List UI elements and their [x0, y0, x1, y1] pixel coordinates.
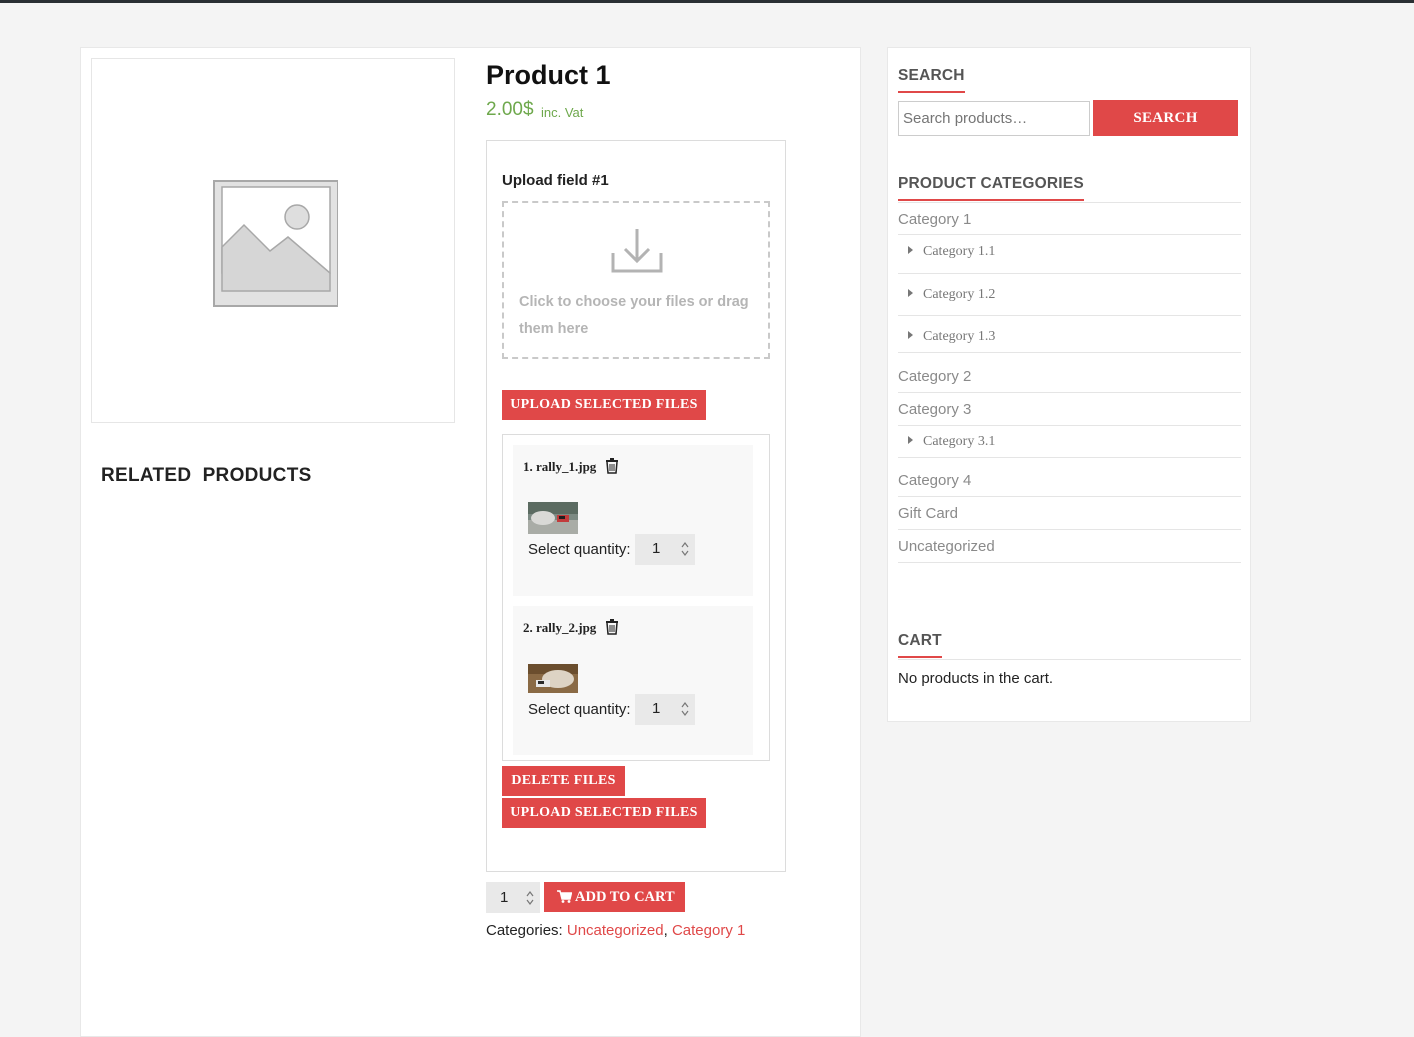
category-label: Category 1.2: [923, 287, 996, 302]
product-price: 2.00$: [486, 99, 534, 120]
search-input[interactable]: [898, 101, 1090, 136]
product-categories-title: PRODUCT CATEGORIES: [898, 175, 1084, 201]
spinner-arrows-icon[interactable]: [526, 890, 534, 906]
file-item: 2. rally_2.jpg Select quantity: 1: [513, 606, 753, 755]
product-image[interactable]: [91, 58, 455, 423]
sidebar-category-1-1[interactable]: Category 1.1: [908, 244, 995, 260]
download-icon: [611, 229, 663, 273]
divider: [898, 202, 1241, 203]
category-label: Category 1.3: [923, 329, 996, 344]
sidebar-category-3[interactable]: Category 3: [898, 401, 971, 418]
sidebar-category-2[interactable]: Category 2: [898, 368, 971, 385]
divider: [898, 315, 1241, 316]
select-quantity-label: Select quantity:: [528, 541, 631, 558]
category-link-category-1[interactable]: Category 1: [672, 922, 745, 939]
related-products-heading: RELATED PRODUCTS: [101, 465, 312, 486]
caret-right-icon: [908, 436, 913, 444]
price-note: inc. Vat: [541, 105, 584, 120]
search-button[interactable]: SEARCH: [1093, 100, 1238, 136]
sidebar-category-1[interactable]: Category 1: [898, 211, 971, 228]
file-quantity-input[interactable]: 1: [635, 534, 695, 565]
cart-quantity-value: 1: [500, 889, 509, 906]
dropzone-text: Click to choose your files or drag them …: [519, 294, 749, 337]
delete-files-button[interactable]: DELETE FILES: [502, 766, 625, 796]
category-label: Category 3.1: [923, 434, 996, 449]
cart-widget-title: CART: [898, 632, 942, 658]
search-widget-title: SEARCH: [898, 67, 965, 93]
category-separator: ,: [663, 922, 672, 939]
divider: [898, 562, 1241, 563]
file-dropzone[interactable]: Click to choose your files or drag them …: [502, 201, 770, 359]
sidebar-category-1-3[interactable]: Category 1.3: [908, 329, 995, 345]
quantity-value: 1: [652, 700, 661, 717]
sidebar-category-1-2[interactable]: Category 1.2: [908, 287, 995, 303]
upload-selected-files-button-bottom[interactable]: UPLOAD SELECTED FILES: [502, 798, 706, 828]
trash-icon[interactable]: [605, 458, 619, 474]
divider: [898, 659, 1241, 660]
cart-quantity-input[interactable]: 1: [486, 882, 540, 913]
divider: [898, 529, 1241, 530]
file-thumbnail: [528, 502, 578, 534]
divider: [898, 457, 1241, 458]
spinner-arrows-icon[interactable]: [681, 701, 689, 717]
file-name: 1. rally_1.jpg: [523, 459, 597, 474]
spinner-arrows-icon[interactable]: [681, 541, 689, 557]
divider: [898, 425, 1241, 426]
quantity-value: 1: [652, 540, 661, 557]
add-to-cart-button[interactable]: ADD TO CART: [544, 882, 685, 912]
top-bar: [0, 0, 1414, 3]
divider: [898, 352, 1241, 353]
caret-right-icon: [908, 246, 913, 254]
cart-empty-message: No products in the cart.: [898, 670, 1054, 687]
trash-icon[interactable]: [605, 619, 619, 635]
product-categories: Categories: Uncategorized, Category 1: [486, 922, 745, 939]
select-quantity-label: Select quantity:: [528, 701, 631, 718]
divider: [898, 392, 1241, 393]
product-title: Product 1: [486, 60, 611, 90]
categories-label: Categories:: [486, 922, 567, 939]
sidebar-category-3-1[interactable]: Category 3.1: [908, 434, 995, 450]
category-link-uncategorized[interactable]: Uncategorized: [567, 922, 664, 939]
add-to-cart-label: ADD TO CART: [575, 889, 675, 905]
divider: [898, 496, 1241, 497]
file-name: 2. rally_2.jpg: [523, 620, 597, 635]
file-quantity-input[interactable]: 1: [635, 694, 695, 725]
image-placeholder-icon: [213, 180, 338, 307]
sidebar-category-4[interactable]: Category 4: [898, 472, 971, 489]
sidebar-category-uncategorized[interactable]: Uncategorized: [898, 538, 995, 555]
upload-selected-files-button[interactable]: UPLOAD SELECTED FILES: [502, 390, 706, 420]
file-thumbnail: [528, 664, 578, 693]
file-item: 1. rally_1.jpg Select quantity: 1: [513, 445, 753, 596]
upload-field-label: Upload field #1: [502, 172, 609, 189]
sidebar-category-gift-card[interactable]: Gift Card: [898, 505, 958, 522]
category-label: Category 1.1: [923, 244, 996, 259]
divider: [898, 234, 1241, 235]
caret-right-icon: [908, 289, 913, 297]
divider: [898, 273, 1241, 274]
caret-right-icon: [908, 331, 913, 339]
shopping-cart-icon: [557, 890, 572, 903]
